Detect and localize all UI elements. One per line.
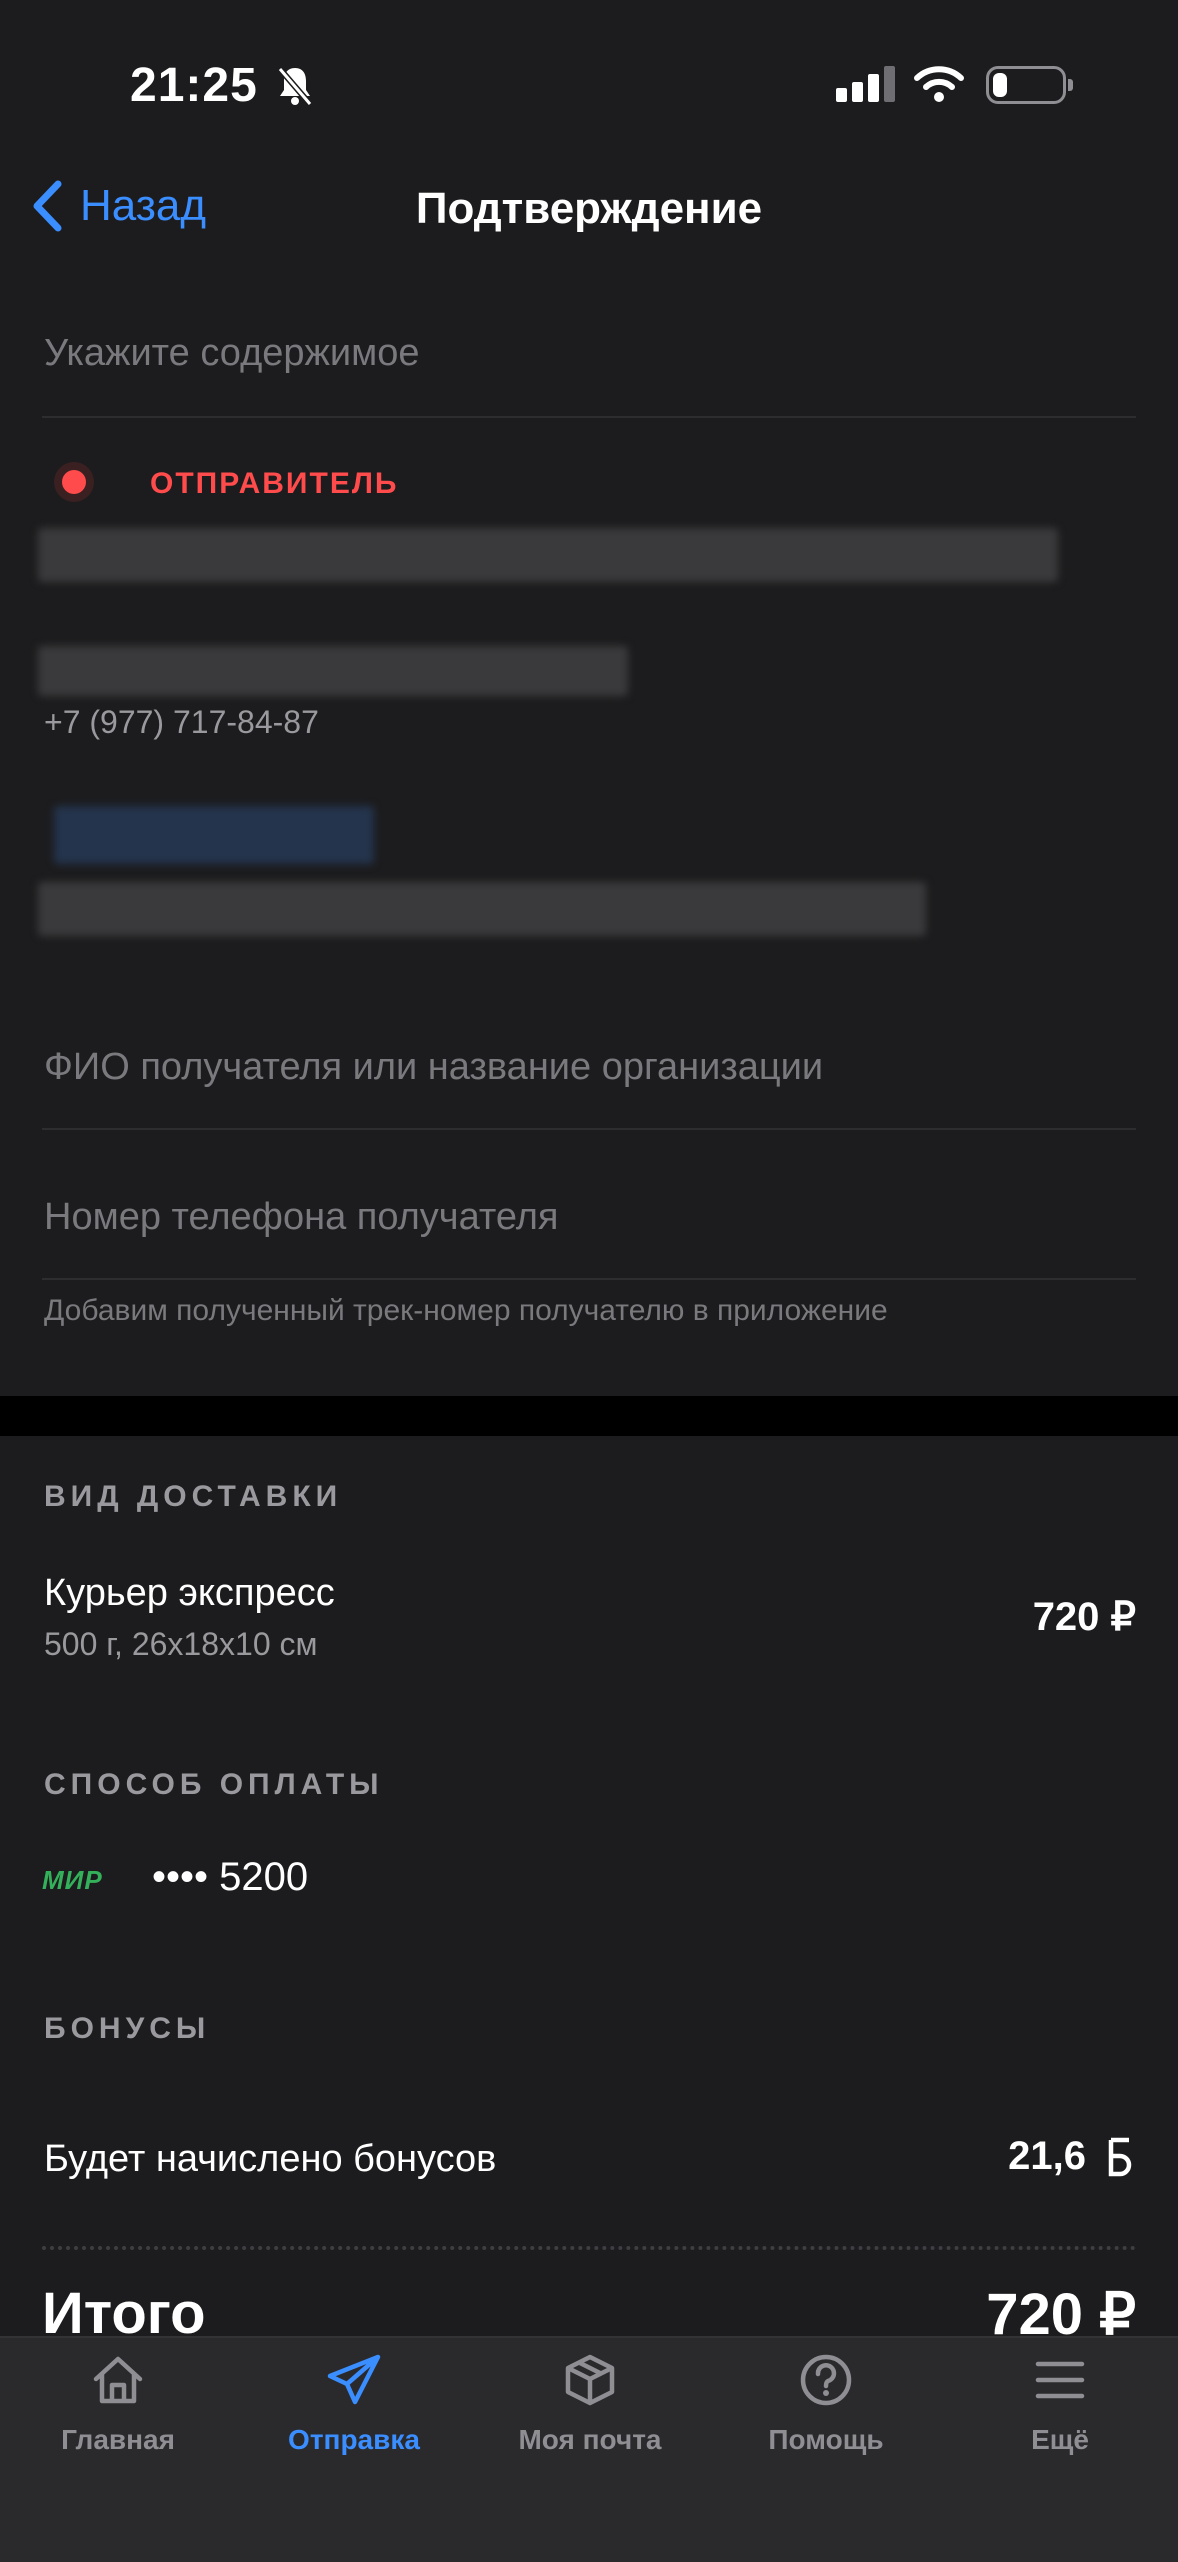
divider bbox=[42, 416, 1136, 418]
tab-more-label: Ещё bbox=[1031, 2424, 1089, 2455]
bonuses-value: 21,6 bbox=[1008, 2134, 1086, 2178]
page-title: Подтверждение bbox=[415, 184, 763, 233]
contents-input[interactable]: Укажите содержимое bbox=[44, 332, 420, 375]
recipient-phone-input[interactable]: Номер телефона получателя bbox=[44, 1196, 559, 1239]
sender-name-redacted bbox=[38, 646, 628, 696]
recipient-hint: Добавим полученный трек-номер получателю… bbox=[44, 1294, 888, 1327]
tab-home-label: Главная bbox=[61, 2424, 175, 2455]
bonus-currency-icon bbox=[1108, 2137, 1132, 2176]
tab-send[interactable]: Отправка bbox=[236, 2352, 472, 2456]
tab-help-label: Помощь bbox=[768, 2424, 884, 2455]
menu-icon bbox=[1035, 2361, 1085, 2399]
sender-address-redacted bbox=[38, 528, 1058, 582]
payment-header: СПОСОБ ОПЛАТЫ bbox=[44, 1768, 384, 1801]
mir-logo: МИР bbox=[42, 1865, 103, 1895]
status-time: 21:25 bbox=[130, 59, 258, 112]
wifi-icon bbox=[914, 66, 964, 102]
sender-label: ОТПРАВИТЕЛЬ bbox=[150, 467, 399, 500]
recipient-label-redacted bbox=[54, 806, 374, 864]
delivery-details: 500 г, 26x18x10 см bbox=[44, 1626, 318, 1662]
send-icon bbox=[327, 2354, 381, 2405]
sender-marker bbox=[62, 470, 86, 494]
bonuses-amount: 21,6 bbox=[1008, 2134, 1134, 2179]
divider bbox=[42, 1128, 1136, 1130]
card-number[interactable]: •••• 5200 bbox=[152, 1855, 308, 1900]
silent-bell-icon bbox=[277, 67, 313, 106]
delivery-price: 720 ₽ bbox=[1032, 1595, 1136, 1639]
dotted-divider bbox=[42, 2246, 1136, 2250]
bonuses-header: БОНУСЫ bbox=[44, 2012, 211, 2045]
tab-my-mail[interactable]: Моя почта bbox=[472, 2352, 708, 2456]
sender-phone: +7 (977) 717-84-87 bbox=[44, 704, 319, 740]
tab-help[interactable]: Помощь bbox=[708, 2352, 944, 2456]
divider bbox=[42, 1278, 1136, 1280]
recipient-name-input[interactable]: ФИО получателя или название организации bbox=[44, 1046, 823, 1089]
tab-my-mail-label: Моя почта bbox=[518, 2424, 662, 2455]
delivery-header: ВИД ДОСТАВКИ bbox=[44, 1480, 343, 1513]
battery-icon bbox=[986, 66, 1073, 104]
cellular-signal-icon bbox=[836, 66, 900, 102]
box-icon bbox=[565, 2354, 615, 2406]
help-icon bbox=[800, 2354, 852, 2406]
recipient-address-redacted[interactable] bbox=[38, 882, 926, 936]
delivery-name[interactable]: Курьер экспресс bbox=[44, 1572, 335, 1615]
tab-send-label: Отправка bbox=[288, 2424, 420, 2455]
tab-home[interactable]: Главная bbox=[0, 2352, 236, 2456]
tab-more[interactable]: Ещё bbox=[942, 2352, 1178, 2456]
home-icon bbox=[93, 2356, 143, 2404]
section-separator bbox=[0, 1396, 1178, 1436]
bonuses-label: Будет начислено бонусов bbox=[44, 2138, 497, 2180]
